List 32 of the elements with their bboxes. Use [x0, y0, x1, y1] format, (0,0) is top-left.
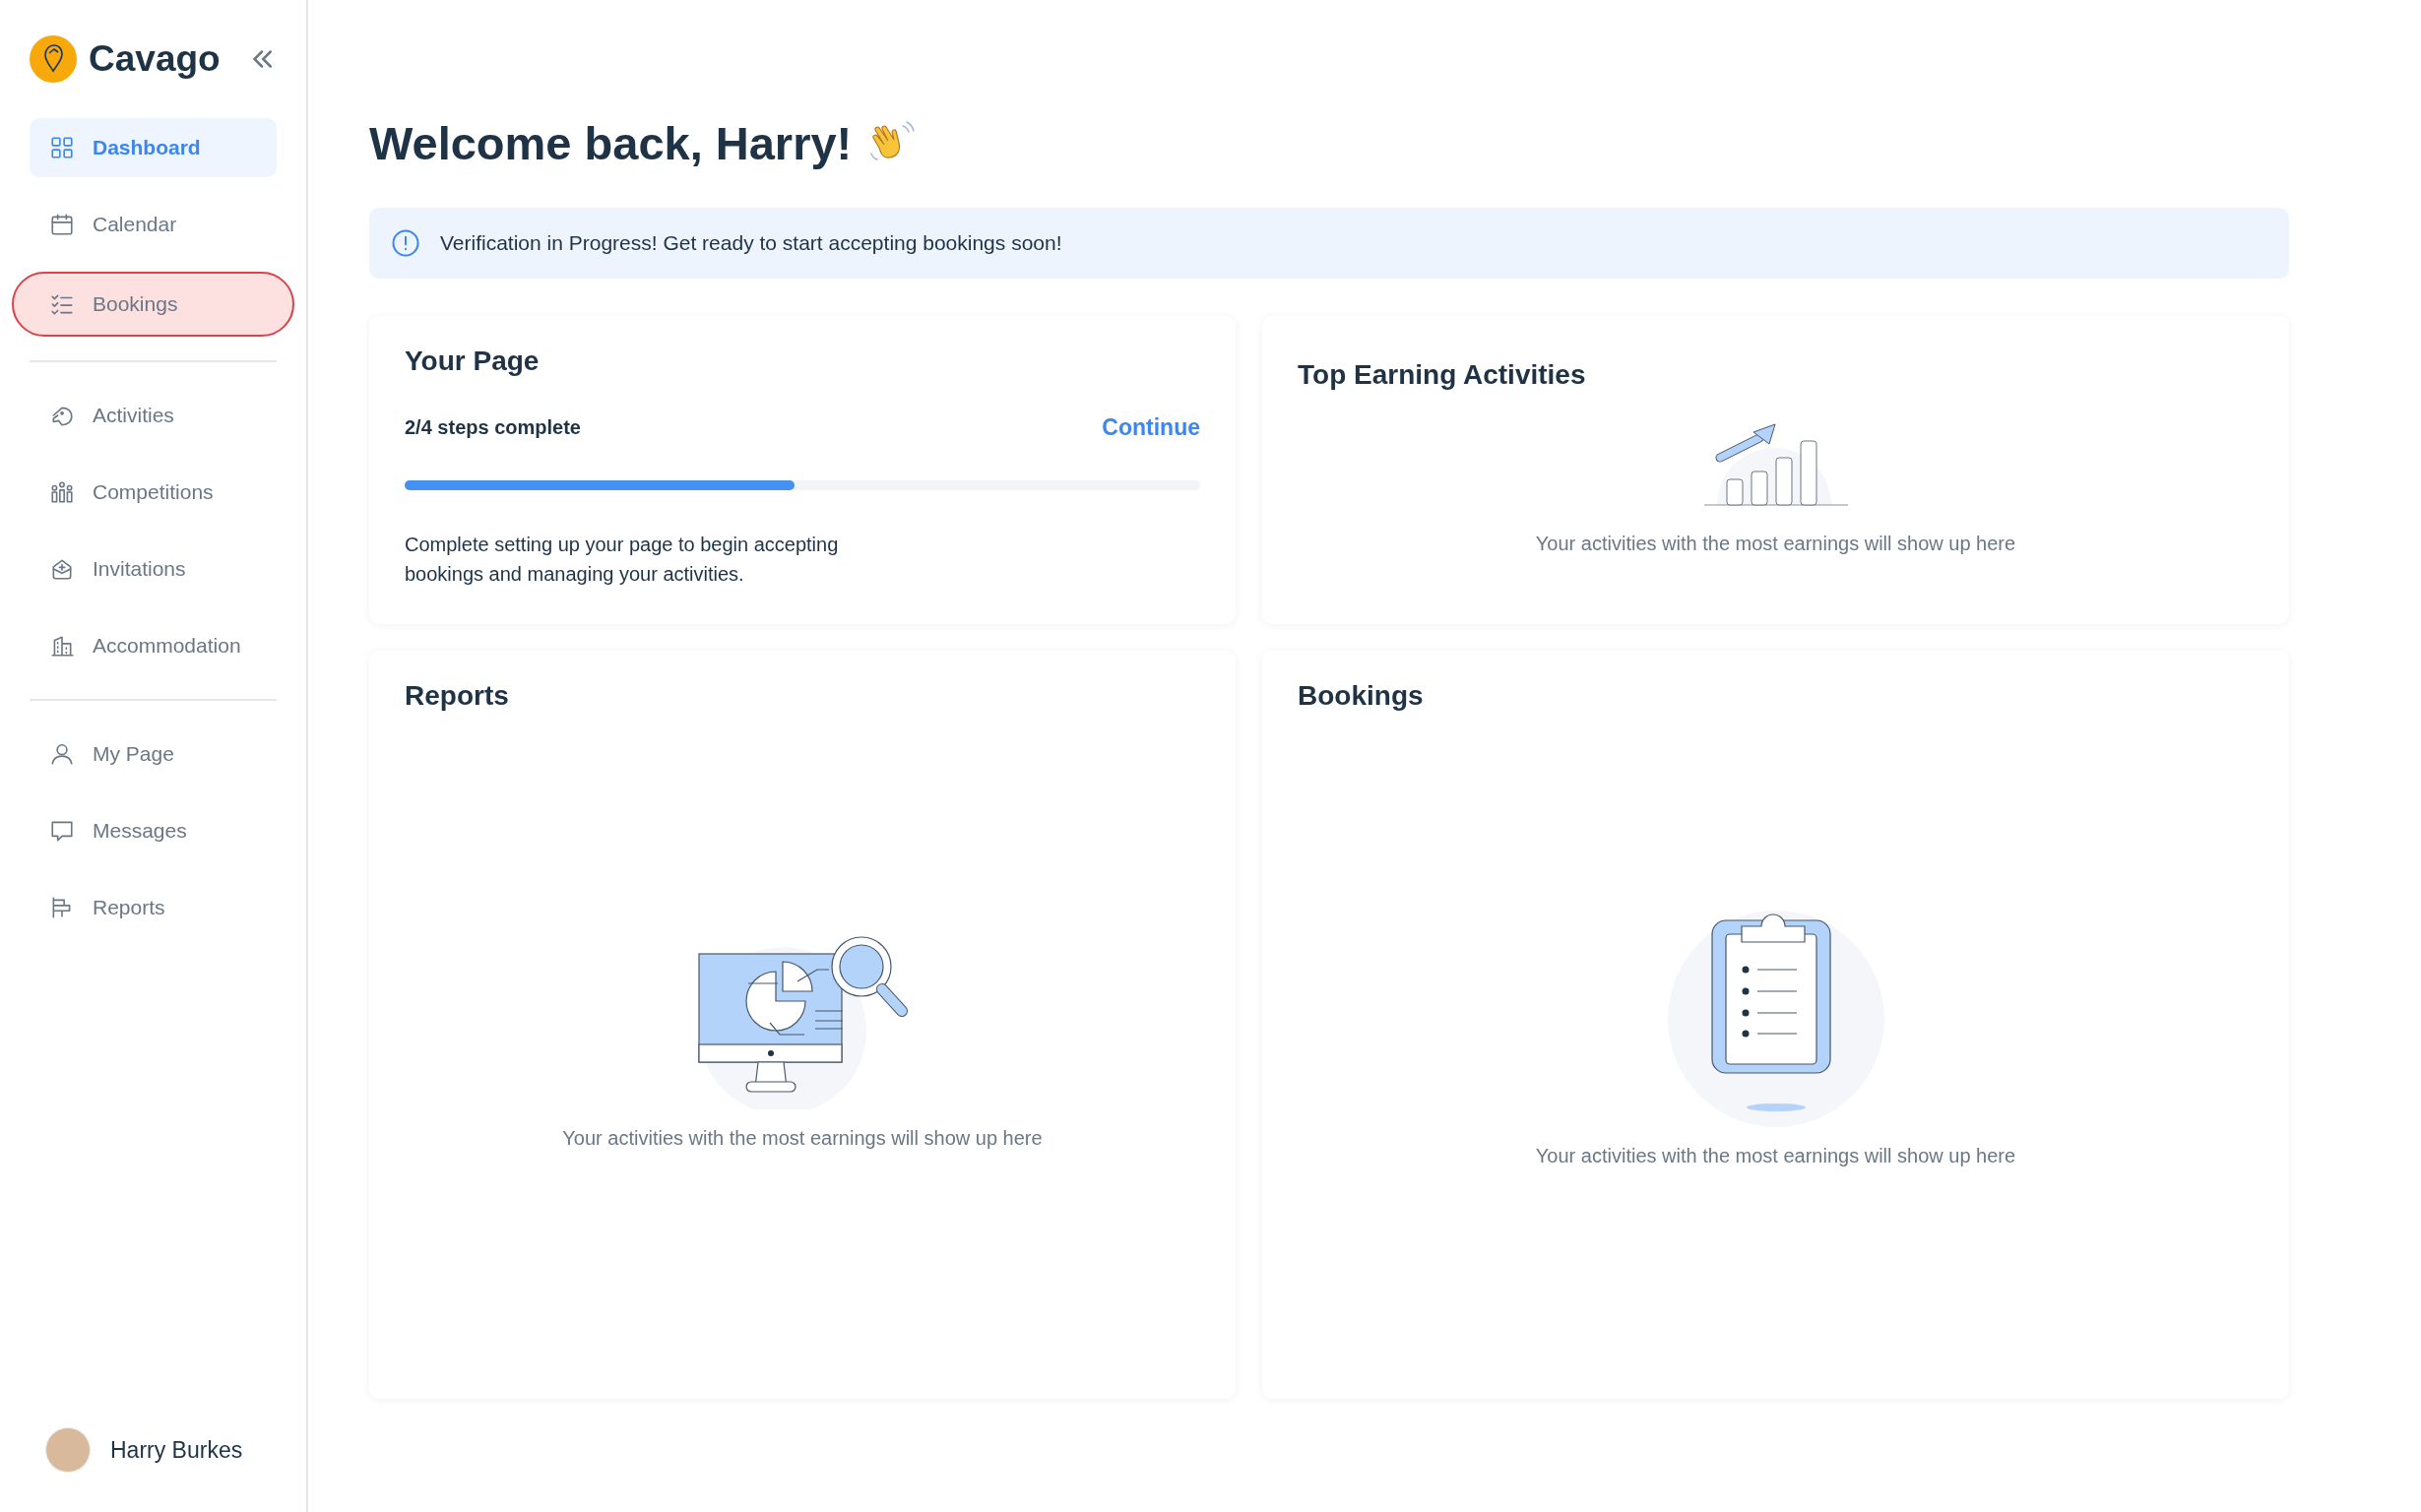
steps-count: 2/4 steps complete	[405, 416, 581, 439]
card-title: Your Page	[405, 346, 541, 377]
nav-item[interactable]: Messages	[30, 801, 277, 860]
nav-item[interactable]: Competitions	[30, 463, 277, 522]
empty-state-text: Your activities with the most earnings will show up here	[1535, 533, 2016, 555]
nav-item[interactable]: Invitations	[30, 539, 277, 598]
calendar-icon	[49, 212, 75, 237]
user-name: Harry Burkes	[110, 1436, 243, 1464]
info-icon	[391, 228, 420, 258]
people-icon	[49, 479, 75, 505]
nav-item[interactable]: My Page	[30, 724, 277, 784]
banner-text: Verification in Progress! Get ready to start accepting bookings soon!	[440, 231, 1062, 255]
trend-arrow	[1715, 423, 1775, 463]
nav-item[interactable]: Activities	[30, 386, 277, 445]
description: Complete setting up your page to begin accepting bookings and managing your activities.	[405, 533, 840, 587]
grid-icon	[49, 135, 75, 160]
nav-item[interactable]: Reports	[30, 878, 277, 937]
nav-item[interactable]: Accommodation	[30, 616, 277, 675]
card-title: Reports	[405, 680, 510, 712]
card-title: Bookings	[1298, 680, 1425, 712]
continue-link[interactable]: Continue	[1102, 414, 1200, 441]
logo-icon	[30, 35, 77, 83]
nav-item[interactable]: Calendar	[30, 195, 277, 254]
welcome-heading: Welcome back, Harry!	[369, 116, 853, 170]
avatar	[45, 1427, 91, 1473]
empty-state-text: Your activities with the most earnings will show up here	[1535, 1144, 2016, 1167]
nav-item[interactable]: Dashboard	[30, 118, 277, 177]
empty-state-text: Your activities with the most earnings will show up here	[562, 1126, 1043, 1150]
brand-name: Cavago	[89, 38, 222, 80]
nav-item[interactable]: Bookings	[12, 272, 294, 337]
card-title: Top Earning Activities	[1298, 359, 1587, 391]
user-icon	[49, 741, 75, 767]
